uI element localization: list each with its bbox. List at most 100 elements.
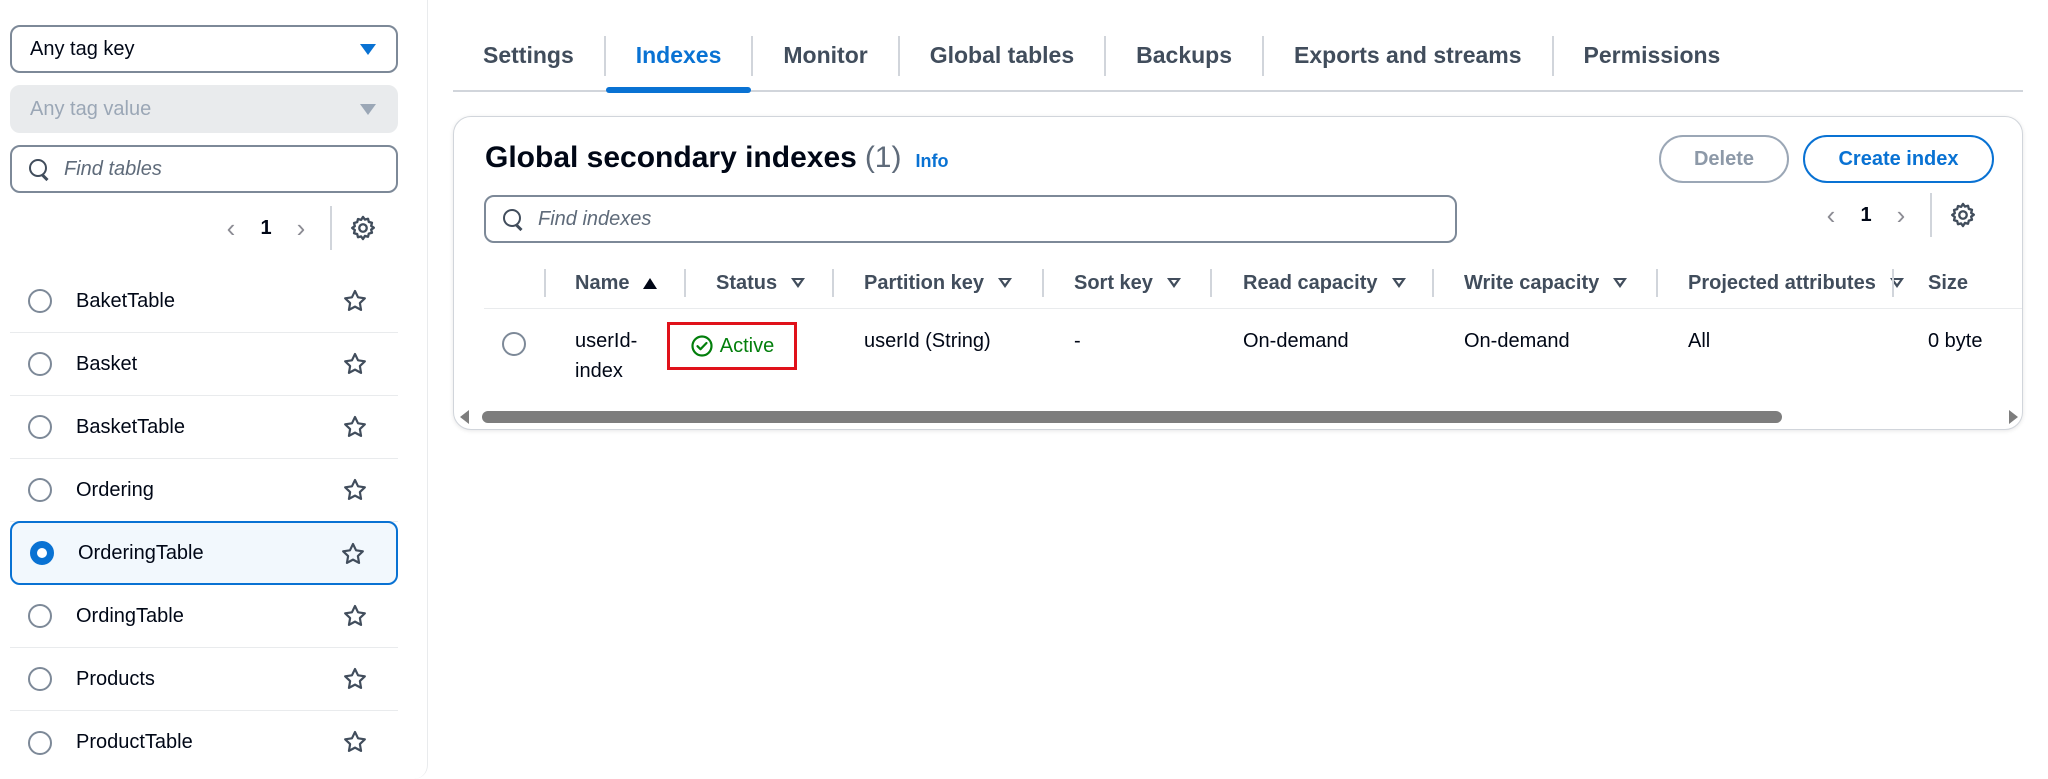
info-link[interactable]: Info: [915, 151, 948, 172]
column-header-size[interactable]: Size: [1928, 257, 1968, 309]
tag-value-select: Any tag value: [10, 85, 398, 133]
table-row[interactable]: Ordering: [10, 459, 398, 522]
table-name: Products: [76, 667, 155, 690]
gear-icon[interactable]: [1948, 200, 1978, 230]
search-icon: [502, 208, 524, 230]
column-label: Partition key: [864, 271, 985, 294]
radio-button-checked[interactable]: [30, 541, 54, 565]
scroll-right-icon[interactable]: [2009, 410, 2018, 424]
column-header-status[interactable]: Status: [716, 257, 806, 309]
column-divider: [832, 269, 834, 297]
radio-button[interactable]: [28, 352, 52, 376]
index-count: (1): [864, 141, 902, 174]
find-tables-search[interactable]: [10, 145, 398, 193]
partition-key-cell: userId (String): [864, 330, 991, 352]
size-cell: 0 byte: [1928, 330, 1983, 352]
star-icon[interactable]: [342, 603, 368, 629]
column-header-write-capacity[interactable]: Write capacity: [1464, 257, 1628, 309]
table-row[interactable]: OrdingTable: [10, 585, 398, 648]
radio-button[interactable]: [28, 415, 52, 439]
find-indexes-search[interactable]: [484, 195, 1457, 243]
table-row[interactable]: Basket: [10, 333, 398, 396]
search-icon: [28, 158, 50, 180]
table-row[interactable]: BasketTable: [10, 396, 398, 459]
column-header-name[interactable]: Name: [575, 257, 658, 309]
tab-exports-and-streams[interactable]: Exports and streams: [1264, 26, 1552, 90]
sort-key-cell: -: [1074, 330, 1081, 352]
index-name-line: userId-: [575, 330, 638, 352]
tables-pagination: ‹ 1 ›: [216, 206, 378, 250]
find-indexes-input[interactable]: [538, 207, 1455, 231]
status-cell-highlight: Active: [667, 322, 797, 370]
column-label: Size: [1928, 271, 1969, 294]
tab-settings[interactable]: Settings: [453, 26, 604, 90]
chevron-right-icon[interactable]: ›: [1886, 200, 1916, 230]
gear-icon[interactable]: [348, 213, 378, 243]
table-row-selected[interactable]: OrderingTable: [10, 521, 398, 585]
radio-button[interactable]: [28, 478, 52, 502]
find-tables-input[interactable]: [64, 157, 396, 181]
column-label: Status: [716, 271, 778, 294]
star-icon[interactable]: [342, 288, 368, 314]
delete-button[interactable]: Delete: [1659, 135, 1789, 183]
star-icon[interactable]: [342, 351, 368, 377]
chevron-left-icon[interactable]: ‹: [216, 213, 246, 243]
current-page[interactable]: 1: [246, 217, 286, 240]
tab-backups[interactable]: Backups: [1106, 26, 1262, 90]
scroll-left-icon[interactable]: [460, 410, 469, 424]
column-divider: [1656, 269, 1658, 297]
table-name: BasketTable: [76, 415, 185, 438]
star-icon[interactable]: [342, 729, 368, 755]
column-label: Projected attributes: [1688, 271, 1876, 294]
tab-monitor[interactable]: Monitor: [753, 26, 897, 90]
divider: [1930, 193, 1932, 237]
sidebar: Any tag key Any tag value ‹ 1 › BaketTab…: [0, 0, 428, 779]
column-divider: [1210, 269, 1212, 297]
write-capacity-cell: On-demand: [1464, 330, 1570, 352]
table-name: Ordering: [76, 478, 154, 501]
table-row[interactable]: userId- index Active userId (String) - O…: [484, 310, 2022, 392]
radio-button[interactable]: [502, 332, 526, 356]
sort-icon: [791, 278, 806, 288]
table-row[interactable]: ProductTable: [10, 711, 398, 774]
star-icon[interactable]: [342, 477, 368, 503]
radio-button[interactable]: [28, 667, 52, 691]
panel-title: Global secondary indexes: [485, 141, 857, 174]
table-row[interactable]: Products: [10, 648, 398, 711]
caret-down-icon: [360, 44, 376, 55]
tag-key-select[interactable]: Any tag key: [10, 25, 398, 73]
horizontal-scrollbar[interactable]: [454, 405, 2022, 427]
create-index-button[interactable]: Create index: [1803, 135, 1994, 183]
tab-permissions[interactable]: Permissions: [1554, 26, 1751, 90]
radio-button[interactable]: [28, 289, 52, 313]
star-icon[interactable]: [342, 414, 368, 440]
table-row[interactable]: BaketTable: [10, 270, 398, 333]
star-icon[interactable]: [342, 666, 368, 692]
sort-icon: [1391, 278, 1406, 288]
tab-indexes[interactable]: Indexes: [605, 26, 752, 93]
radio-button[interactable]: [28, 730, 52, 755]
column-label: Sort key: [1074, 271, 1153, 294]
tab-global-tables[interactable]: Global tables: [900, 26, 1104, 90]
check-circle-icon: [691, 335, 713, 357]
radio-button[interactable]: [28, 604, 52, 628]
column-divider: [1432, 269, 1434, 297]
column-label: Read capacity: [1243, 271, 1378, 294]
current-page[interactable]: 1: [1846, 204, 1886, 227]
sort-ascending-icon: [643, 277, 658, 289]
table-header: Name Status Partition key Sort key Read …: [484, 257, 2022, 309]
column-divider: [684, 269, 686, 297]
column-label: Write capacity: [1464, 271, 1600, 294]
chevron-right-icon[interactable]: ›: [286, 213, 316, 243]
column-header-projected-attributes[interactable]: Projected attributes: [1688, 257, 1904, 309]
column-header-partition-key[interactable]: Partition key: [864, 257, 1013, 309]
details-tabs: Settings Indexes Monitor Global tables B…: [453, 26, 2023, 93]
column-divider: [1042, 269, 1044, 297]
scrollbar-thumb[interactable]: [482, 411, 1782, 423]
chevron-left-icon[interactable]: ‹: [1816, 200, 1846, 230]
column-header-read-capacity[interactable]: Read capacity: [1243, 257, 1406, 309]
column-header-sort-key[interactable]: Sort key: [1074, 257, 1181, 309]
tag-key-select-value: Any tag key: [30, 37, 135, 60]
star-icon[interactable]: [340, 541, 366, 567]
tables-list: BaketTable Basket BasketTable Ordering O…: [10, 270, 398, 774]
